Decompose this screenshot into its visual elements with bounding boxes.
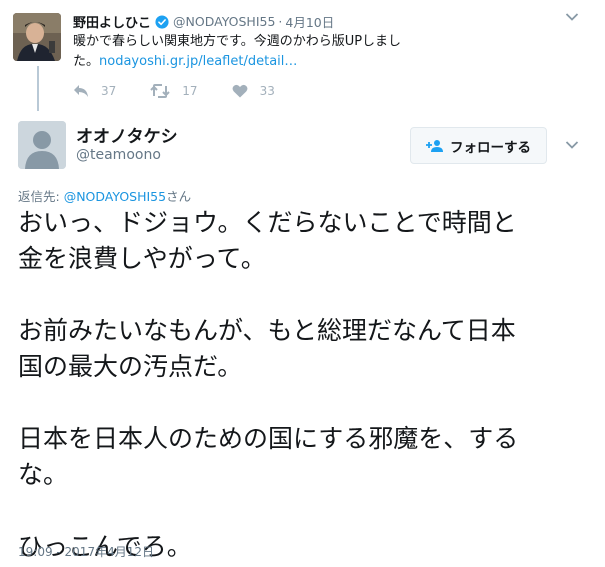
retweet-button[interactable]: 17 [150,84,198,98]
follow-button-label: フォローする [450,139,531,156]
follow-button[interactable]: フォローする [410,127,547,164]
retweet-count: 17 [182,84,198,98]
like-count: 33 [259,84,275,98]
main-display-name[interactable]: オオノタケシ [76,122,178,147]
default-avatar-icon [18,121,66,169]
tweet-text-line: な。 [18,460,69,489]
separator-dot: · [278,14,283,29]
verified-badge-icon [155,14,169,29]
parent-display-name[interactable]: 野田よしひこ [73,12,151,31]
tweet-text-line: 日本を日本人のための国にする邪魔を、する [18,424,519,453]
chevron-down-icon[interactable] [565,12,579,22]
avatar-photo-icon [13,13,61,61]
reply-to-line: 返信先: @NODAYOSHI55さん [18,186,191,205]
tweet-text-line: 国の最大の汚点だ。 [18,352,243,381]
parent-tweet-header: 野田よしひこ @NODAYOSHI55 · 4月10日 [73,12,334,31]
reply-button[interactable]: 37 [73,84,116,98]
parent-avatar[interactable] [13,13,61,61]
parent-handle[interactable]: @NODAYOSHI55 [173,14,275,29]
parent-tweet[interactable]: 野田よしひこ @NODAYOSHI55 · 4月10日 暖かで春らしい関東地方で… [0,0,605,111]
parent-text-line: た。 [73,54,100,69]
retweet-icon [150,84,170,98]
reply-to-suffix: さん [166,189,192,204]
thread-connector-line [37,66,39,111]
reply-count: 37 [101,84,117,98]
parent-link[interactable]: nodayoshi.gr.jp/leaflet/detail… [99,54,297,69]
tweet-text-line: 金を浪費しやがって。 [18,244,266,273]
reply-icon [74,85,88,97]
reply-to-prefix: 返信先: [18,189,64,204]
tweet-timestamp[interactable]: 19:09 - 2017年4月12日 [18,543,154,560]
like-button[interactable]: 33 [232,84,275,98]
parent-tweet-text: 暖かで春らしい関東地方です。今週のかわら版UPしまし た。nodayoshi.g… [73,32,433,72]
heart-icon [232,84,247,98]
reply-to-mention[interactable]: @NODAYOSHI55 [64,189,166,204]
main-avatar[interactable] [18,121,66,169]
parent-text-line: 暖かで春らしい関東地方です。今週のかわら版UPしまし [73,34,402,49]
tweet-text-line: おいっ、ドジョウ。くだらないことで時間と [18,208,517,237]
main-tweet-text: おいっ、ドジョウ。くだらないことで時間と 金を浪費しやがって。 お前みたいなもん… [18,205,593,565]
main-handle[interactable]: @teamoono [76,147,161,163]
chevron-down-icon[interactable] [565,140,579,150]
tweet-text-line: お前みたいなもんが、もと総理だなんて日本 [18,316,516,345]
parent-date[interactable]: 4月10日 [285,12,334,31]
follow-person-icon [426,139,443,152]
parent-tweet-actions: 37 17 33 [73,84,309,98]
